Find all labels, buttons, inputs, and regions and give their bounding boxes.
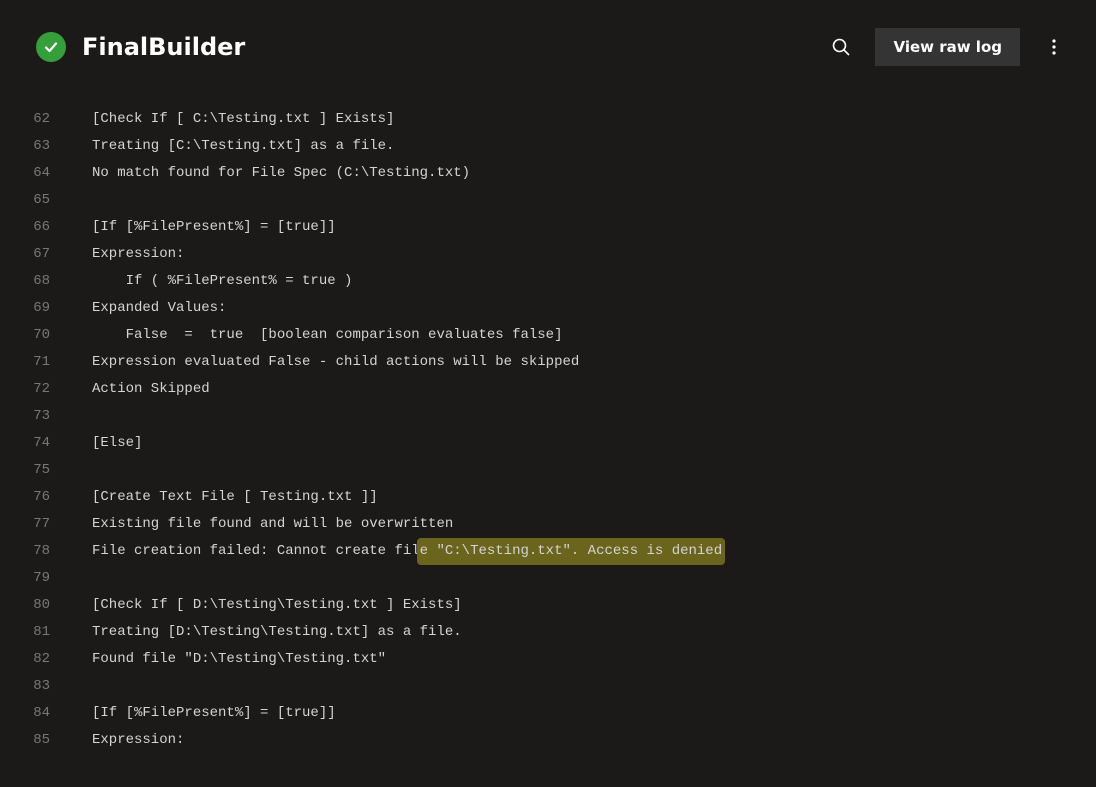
line-content: If ( %FilePresent% = true ) (58, 268, 352, 295)
line-content: Expanded Values: (58, 295, 226, 322)
log-line: 75 (0, 457, 1096, 484)
log-line: 65 (0, 187, 1096, 214)
line-content: Expression evaluated False - child actio… (58, 349, 579, 376)
log-output[interactable]: 62[Check If [ C:\Testing.txt ] Exists]63… (0, 86, 1096, 754)
log-line: 80[Check If [ D:\Testing\Testing.txt ] E… (0, 592, 1096, 619)
line-content (58, 457, 92, 484)
search-icon (831, 37, 851, 57)
check-icon (43, 39, 59, 55)
log-line: 83 (0, 673, 1096, 700)
line-content: [Else] (58, 430, 142, 457)
log-line: 69Expanded Values: (0, 295, 1096, 322)
page-title: FinalBuilder (82, 33, 811, 61)
line-number: 77 (0, 511, 58, 538)
log-line: 62[Check If [ C:\Testing.txt ] Exists] (0, 106, 1096, 133)
log-line: 67Expression: (0, 241, 1096, 268)
line-number: 80 (0, 592, 58, 619)
view-raw-log-button[interactable]: View raw log (875, 28, 1020, 66)
header: FinalBuilder View raw log (0, 0, 1096, 86)
line-number: 81 (0, 619, 58, 646)
line-content: Expression: (58, 241, 184, 268)
line-content: Treating [D:\Testing\Testing.txt] as a f… (58, 619, 462, 646)
line-number: 85 (0, 727, 58, 754)
line-content: [If [%FilePresent%] = [true]] (58, 214, 336, 241)
line-content (58, 673, 92, 700)
line-number: 72 (0, 376, 58, 403)
line-number: 82 (0, 646, 58, 673)
line-content: Found file "D:\Testing\Testing.txt" (58, 646, 386, 673)
line-number: 73 (0, 403, 58, 430)
log-line: 70 False = true [boolean comparison eval… (0, 322, 1096, 349)
line-number: 68 (0, 268, 58, 295)
line-number: 84 (0, 700, 58, 727)
line-content: False = true [boolean comparison evaluat… (58, 322, 562, 349)
log-line: 77Existing file found and will be overwr… (0, 511, 1096, 538)
highlighted-text: e "C:\Testing.txt". Access is denied (417, 538, 725, 565)
line-content (58, 403, 92, 430)
log-line: 79 (0, 565, 1096, 592)
line-number: 75 (0, 457, 58, 484)
line-content: [Check If [ C:\Testing.txt ] Exists] (58, 106, 394, 133)
header-actions: View raw log (827, 28, 1068, 66)
line-content: Treating [C:\Testing.txt] as a file. (58, 133, 394, 160)
log-line: 85Expression: (0, 727, 1096, 754)
line-number: 67 (0, 241, 58, 268)
search-button[interactable] (827, 33, 855, 61)
line-content: Existing file found and will be overwrit… (58, 511, 453, 538)
log-line: 71Expression evaluated False - child act… (0, 349, 1096, 376)
log-line: 81Treating [D:\Testing\Testing.txt] as a… (0, 619, 1096, 646)
line-number: 65 (0, 187, 58, 214)
line-content: No match found for File Spec (C:\Testing… (58, 160, 470, 187)
log-line: 82Found file "D:\Testing\Testing.txt" (0, 646, 1096, 673)
log-line: 76[Create Text File [ Testing.txt ]] (0, 484, 1096, 511)
log-line: 66[If [%FilePresent%] = [true]] (0, 214, 1096, 241)
more-options-button[interactable] (1040, 33, 1068, 61)
line-content (58, 187, 92, 214)
line-content: Action Skipped (58, 376, 210, 403)
line-content: [If [%FilePresent%] = [true]] (58, 700, 336, 727)
line-content: File creation failed: Cannot create file… (58, 538, 725, 565)
log-line: 74[Else] (0, 430, 1096, 457)
line-number: 66 (0, 214, 58, 241)
line-number: 79 (0, 565, 58, 592)
log-line: 63Treating [C:\Testing.txt] as a file. (0, 133, 1096, 160)
log-line: 64No match found for File Spec (C:\Testi… (0, 160, 1096, 187)
line-number: 63 (0, 133, 58, 160)
log-line: 72Action Skipped (0, 376, 1096, 403)
line-number: 64 (0, 160, 58, 187)
line-content: [Create Text File [ Testing.txt ]] (58, 484, 378, 511)
line-number: 71 (0, 349, 58, 376)
line-content (58, 565, 92, 592)
line-content: [Check If [ D:\Testing\Testing.txt ] Exi… (58, 592, 462, 619)
line-number: 70 (0, 322, 58, 349)
log-line: 73 (0, 403, 1096, 430)
log-line: 68 If ( %FilePresent% = true ) (0, 268, 1096, 295)
line-number: 74 (0, 430, 58, 457)
status-badge-success (36, 32, 66, 62)
line-content: Expression: (58, 727, 184, 754)
log-line: 78File creation failed: Cannot create fi… (0, 538, 1096, 565)
line-number: 62 (0, 106, 58, 133)
more-vertical-icon (1044, 37, 1064, 57)
line-number: 78 (0, 538, 58, 565)
line-number: 76 (0, 484, 58, 511)
line-number: 83 (0, 673, 58, 700)
line-number: 69 (0, 295, 58, 322)
log-line: 84[If [%FilePresent%] = [true]] (0, 700, 1096, 727)
